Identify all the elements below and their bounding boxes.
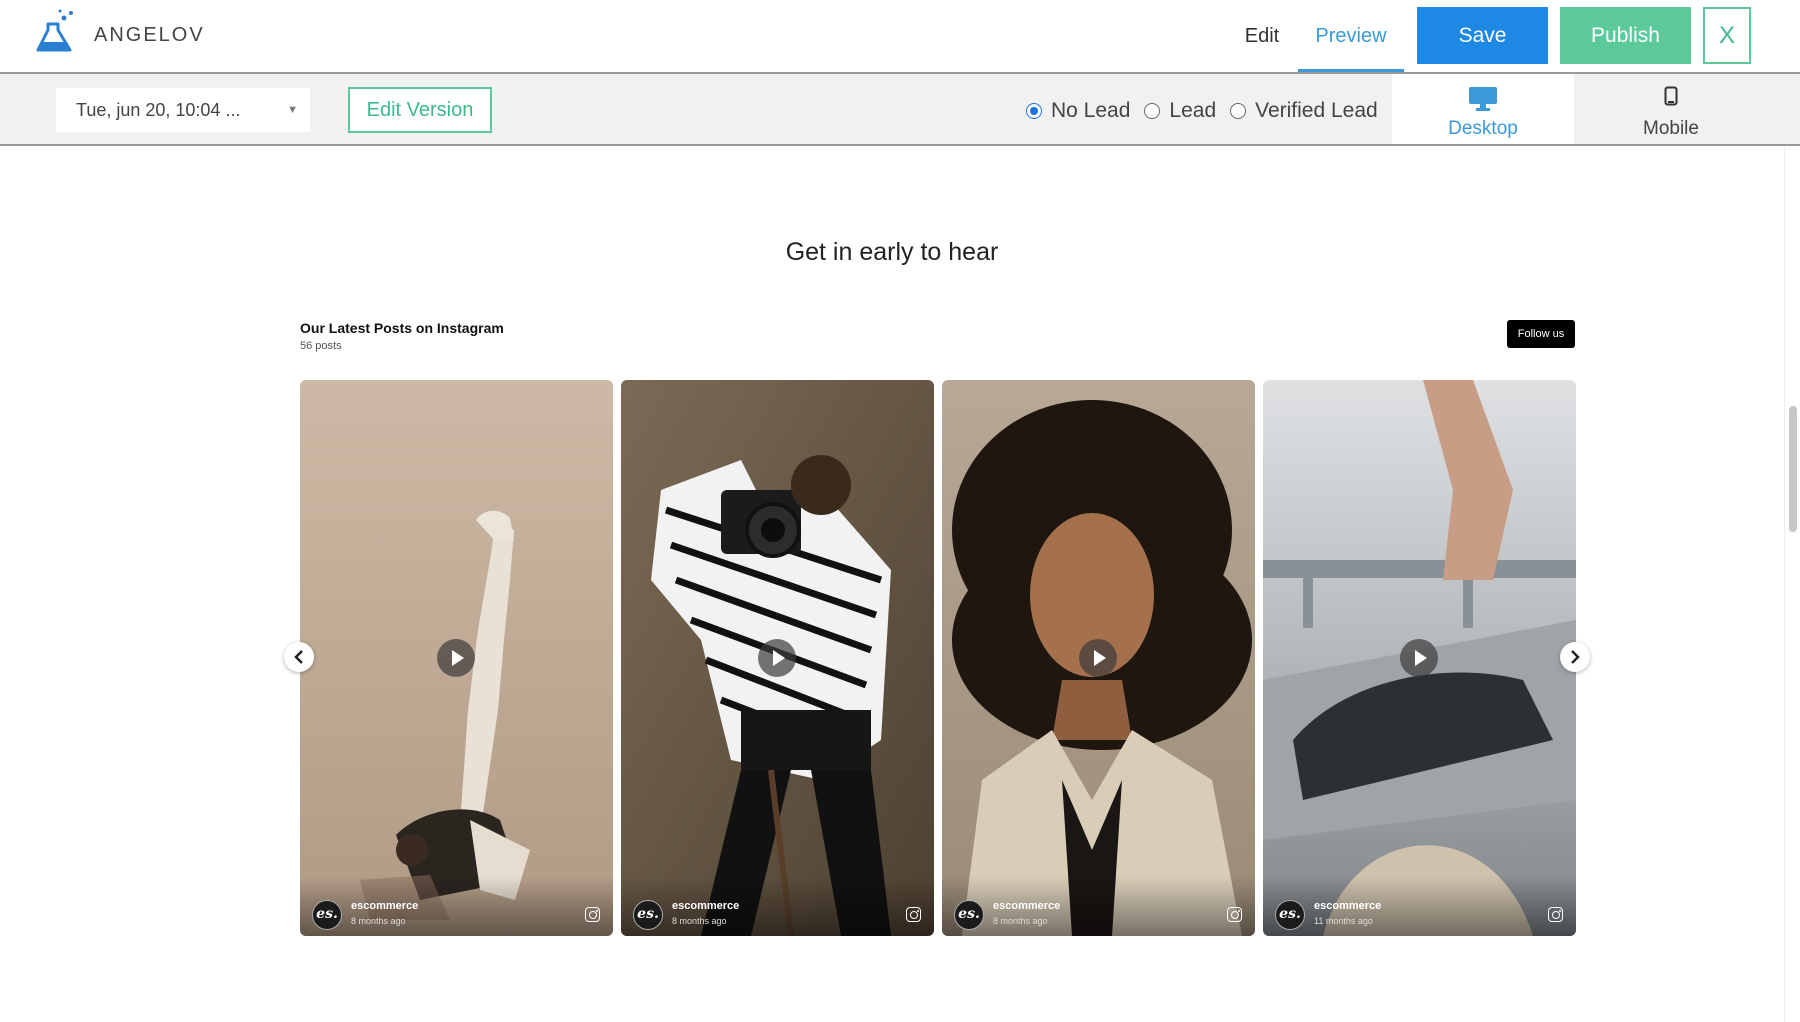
radio-no-lead[interactable]: No Lead	[1026, 99, 1130, 123]
instagram-icon[interactable]	[1548, 907, 1563, 922]
instagram-post-card[interactable]: es. escommerce 8 months ago	[942, 380, 1255, 936]
card-footer-overlay	[300, 876, 613, 936]
carousel-prev-button[interactable]	[284, 642, 314, 672]
post-timestamp: 8 months ago	[351, 916, 406, 926]
radio-selected-icon	[1026, 103, 1042, 119]
publish-button[interactable]: Publish	[1560, 7, 1691, 64]
device-desktop-tab[interactable]: Desktop	[1392, 74, 1574, 144]
post-username: escommerce	[351, 900, 419, 912]
post-timestamp: 11 months ago	[1314, 916, 1373, 926]
radio-label: Lead	[1169, 99, 1217, 122]
device-label: Desktop	[1448, 118, 1518, 139]
post-username: escommerce	[672, 900, 740, 912]
lead-filter: No Lead Lead Verified Lead	[1026, 98, 1392, 124]
avatar: es.	[633, 900, 663, 930]
radio-verified-lead[interactable]: Verified Lead	[1230, 99, 1378, 123]
card-footer-overlay	[621, 876, 934, 936]
preview-canvas: Get in early to hear Our Latest Posts on…	[0, 146, 1784, 1022]
post-username: escommerce	[1314, 900, 1382, 912]
radio-label: No Lead	[1051, 99, 1131, 122]
radio-icon	[1144, 103, 1161, 119]
caret-down-icon: ▼	[287, 104, 298, 116]
instagram-carousel: es. escommerce 8 months ago es. escommer…	[300, 380, 1576, 936]
avatar: es.	[954, 900, 984, 930]
version-select-value: Tue, jun 20, 10:04 ...	[76, 100, 241, 120]
version-select[interactable]: Tue, jun 20, 10:04 ... ▼	[56, 88, 310, 132]
carousel-next-button[interactable]	[1560, 642, 1590, 672]
avatar: es.	[1275, 900, 1305, 930]
instagram-post-card[interactable]: es. escommerce 8 months ago	[621, 380, 934, 936]
mobile-icon	[1664, 86, 1678, 106]
instagram-icon[interactable]	[585, 907, 600, 922]
instagram-post-card[interactable]: es. escommerce 8 months ago	[300, 380, 613, 936]
close-button[interactable]: X	[1703, 7, 1751, 64]
tab-edit[interactable]: Edit	[1226, 0, 1298, 72]
tab-preview[interactable]: Preview	[1298, 0, 1404, 72]
radio-icon	[1230, 103, 1247, 119]
instagram-feed-title: Our Latest Posts on Instagram	[300, 320, 504, 336]
post-timestamp: 8 months ago	[672, 916, 727, 926]
play-icon[interactable]	[1400, 639, 1438, 677]
avatar: es.	[312, 900, 342, 930]
radio-label: Verified Lead	[1255, 99, 1378, 122]
radio-lead[interactable]: Lead	[1144, 99, 1216, 123]
scrollbar-thumb[interactable]	[1789, 406, 1797, 532]
play-icon[interactable]	[437, 639, 475, 677]
section-heading: Get in early to hear	[785, 238, 999, 266]
follow-us-button[interactable]: Follow us	[1507, 320, 1575, 348]
post-timestamp: 8 months ago	[993, 916, 1048, 926]
post-username: escommerce	[993, 900, 1061, 912]
save-button[interactable]: Save	[1417, 7, 1548, 64]
play-icon[interactable]	[1079, 639, 1117, 677]
play-icon[interactable]	[758, 639, 796, 677]
brand-name: ANGELOV	[94, 24, 205, 46]
card-footer-overlay	[942, 876, 1255, 936]
flask-icon	[36, 9, 73, 52]
desktop-icon	[1469, 87, 1497, 111]
vertical-scrollbar[interactable]	[1784, 146, 1800, 1022]
device-mobile-tab[interactable]: Mobile	[1574, 74, 1768, 144]
preview-toolbar: Tue, jun 20, 10:04 ... ▼ Edit Version No…	[0, 74, 1800, 146]
chevron-right-icon	[1571, 650, 1580, 664]
instagram-icon[interactable]	[906, 907, 921, 922]
instagram-post-count: 56 posts	[300, 340, 342, 352]
chevron-left-icon	[294, 650, 303, 664]
device-label: Mobile	[1643, 118, 1699, 139]
instagram-post-card[interactable]: es. escommerce 11 months ago	[1263, 380, 1576, 936]
edit-version-button[interactable]: Edit Version	[348, 87, 492, 133]
instagram-icon[interactable]	[1227, 907, 1242, 922]
card-footer-overlay	[1263, 876, 1576, 936]
top-bar: ANGELOV Edit Preview Save Publish X	[0, 0, 1800, 74]
